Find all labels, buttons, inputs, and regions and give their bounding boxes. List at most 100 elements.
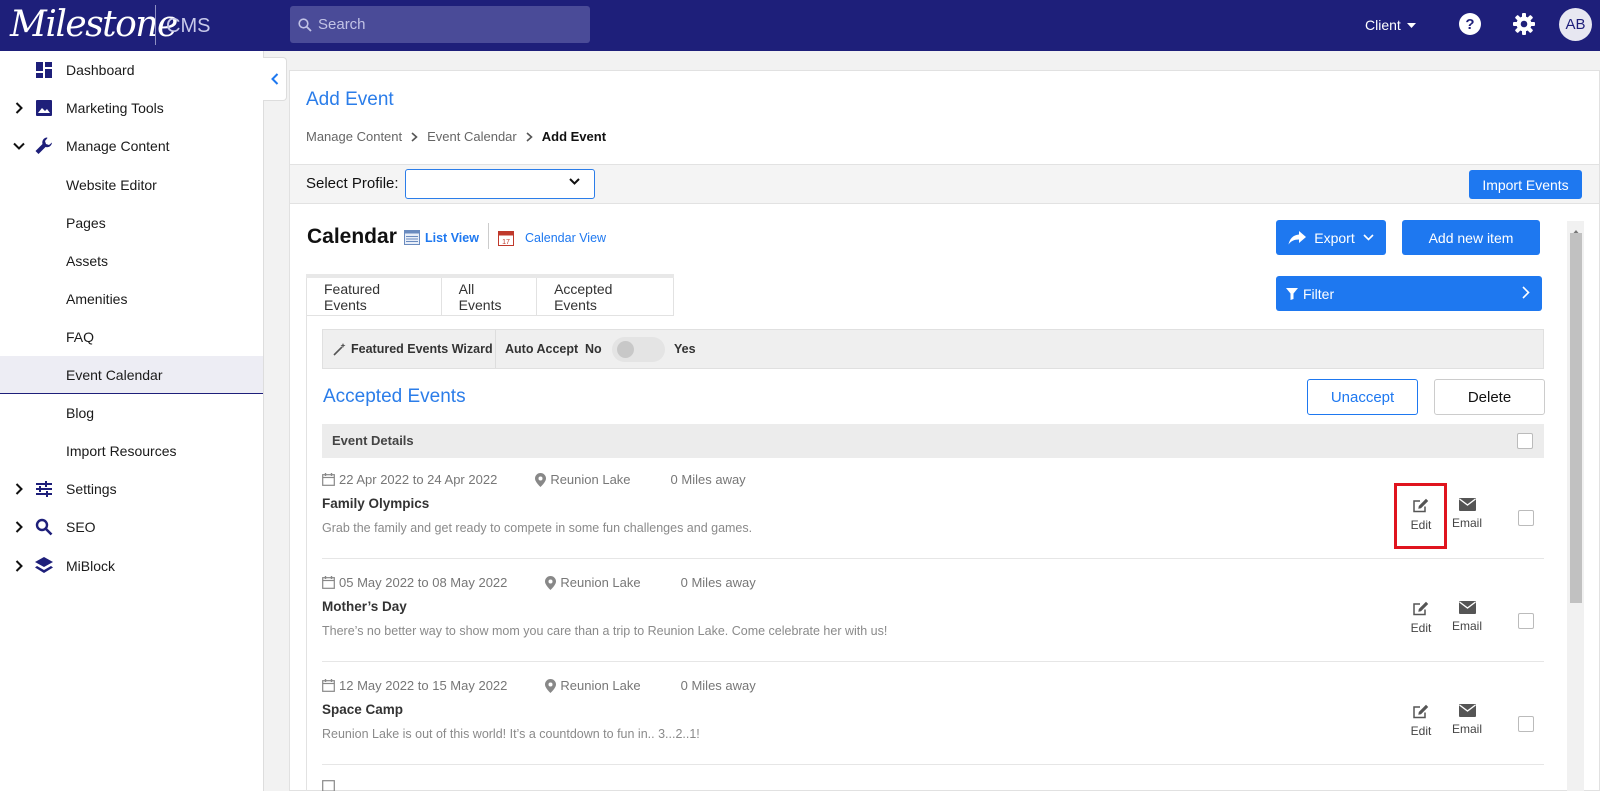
help-icon[interactable]: ? (1458, 12, 1482, 39)
svg-text:17: 17 (502, 239, 510, 246)
event-checkbox[interactable] (1518, 716, 1534, 732)
sidebar-item-label: Settings (66, 481, 117, 497)
search-box[interactable] (290, 6, 590, 43)
calendar-icon (322, 780, 335, 791)
event-checkbox[interactable] (1518, 510, 1534, 526)
email-button[interactable]: Email (1448, 704, 1486, 736)
accepted-events-title: Accepted Events (323, 386, 466, 407)
sidebar-item-pages[interactable]: Pages (0, 204, 263, 242)
sidebar-item-marketing-tools[interactable]: Marketing Tools (0, 89, 263, 127)
view-separator (488, 223, 489, 249)
scrollbar-thumb[interactable] (1570, 233, 1582, 603)
layers-icon (34, 556, 54, 576)
sidebar-item-miblock[interactable]: MiBlock (0, 547, 263, 585)
tab-featured-events[interactable]: Featured Events (306, 278, 442, 316)
breadcrumb-event-calendar[interactable]: Event Calendar (427, 129, 517, 144)
select-profile-dropdown[interactable] (405, 169, 595, 199)
sidebar-item-blog[interactable]: Blog (0, 394, 263, 432)
sidebar-item-manage-content[interactable]: Manage Content (0, 127, 263, 165)
svg-text:?: ? (1465, 16, 1474, 33)
calendar-view-link[interactable]: 17 Calendar View (498, 230, 606, 246)
sidebar-item-label: MiBlock (66, 558, 116, 574)
sidebar-collapse-button[interactable] (263, 57, 287, 101)
export-label: Export (1314, 229, 1355, 246)
event-date-range: 05 May 2022 to 08 May 2022 (339, 575, 508, 590)
chevron-down-icon[interactable] (12, 139, 26, 153)
event-checkbox[interactable] (1518, 613, 1534, 629)
search-input[interactable] (318, 16, 578, 33)
import-events-button[interactable]: Import Events (1469, 170, 1582, 199)
delete-button[interactable]: Delete (1434, 379, 1545, 415)
sidebar-item-label: Pages (66, 215, 106, 231)
sidebar-item-dashboard[interactable]: Dashboard (0, 51, 263, 89)
event-location: Reunion Lake (545, 678, 641, 693)
unaccept-button[interactable]: Unaccept (1307, 379, 1418, 415)
tab-all-events[interactable]: All Events (441, 278, 538, 316)
event-distance: 0 Miles away (680, 575, 756, 590)
user-avatar[interactable]: AB (1559, 8, 1592, 41)
page-title: Add Event (306, 89, 394, 110)
auto-accept-toggle[interactable] (612, 337, 665, 362)
sidebar-item-settings[interactable]: Settings (0, 470, 263, 508)
list-view-icon (404, 230, 420, 245)
calendar-icon (322, 473, 335, 486)
envelope-icon (1458, 601, 1476, 614)
search-icon (298, 17, 312, 32)
chevron-right-icon[interactable] (12, 520, 26, 534)
event-description: Grab the family and get ready to compete… (322, 521, 753, 535)
event-distance: 0 Miles away (680, 678, 756, 693)
milestone-logo[interactable]: Milestone (10, 4, 178, 45)
breadcrumb: Manage Content Event Calendar Add Event (306, 129, 606, 144)
sidebar-item-faq[interactable]: FAQ (0, 318, 263, 356)
event-location: Reunion Lake (545, 575, 641, 590)
add-new-item-button[interactable]: Add new item (1402, 220, 1540, 255)
sliders-icon (34, 479, 54, 499)
email-button[interactable]: Email (1448, 601, 1486, 633)
wizard-separator (495, 330, 496, 368)
event-dates: 22 Apr 2022 to 24 Apr 2022 (322, 472, 497, 487)
sidebar-item-seo[interactable]: SEO (0, 508, 263, 546)
sidebar-item-website-editor[interactable]: Website Editor (0, 166, 263, 204)
edit-label: Edit (1410, 724, 1432, 738)
edit-icon (1413, 704, 1429, 719)
breadcrumb-manage-content[interactable]: Manage Content (306, 129, 402, 144)
auto-accept-yes-label: Yes (674, 342, 696, 356)
filter-icon (1286, 288, 1298, 300)
auto-accept-no-label: No (585, 342, 602, 356)
profile-bar: Select Profile: Import Events (290, 164, 1599, 204)
dashboard-icon (34, 60, 54, 80)
sidebar-item-import-resources[interactable]: Import Resources (0, 432, 263, 470)
select-all-checkbox[interactable] (1517, 433, 1533, 449)
sidebar-item-assets[interactable]: Assets (0, 242, 263, 280)
image-icon (34, 98, 54, 118)
share-arrow-icon (1288, 230, 1307, 244)
main-panel: Add Event Manage Content Event Calendar … (289, 70, 1600, 791)
event-name: Space Camp (322, 702, 404, 717)
chevron-right-icon[interactable] (12, 101, 26, 115)
sidebar-item-label: Assets (66, 253, 109, 269)
filter-bar[interactable]: Filter (1276, 276, 1542, 311)
gear-icon[interactable] (1512, 12, 1536, 39)
client-dropdown[interactable]: Client (1365, 17, 1416, 33)
chevron-right-icon (411, 131, 418, 142)
sidebar-item-label: FAQ (66, 329, 95, 345)
export-button[interactable]: Export (1276, 220, 1386, 255)
email-button[interactable]: Email (1448, 498, 1486, 530)
event-date-range: 12 May 2022 to 15 May 2022 (339, 678, 508, 693)
sidebar-item-amenities[interactable]: Amenities (0, 280, 263, 318)
chevron-right-icon[interactable] (12, 559, 26, 573)
featured-events-wizard-button[interactable]: Featured Events Wizard (333, 342, 493, 356)
email-label: Email (1451, 516, 1482, 530)
edit-button[interactable]: Edit (1402, 601, 1440, 635)
sidebar-item-label: Website Editor (66, 177, 157, 193)
chevron-right-icon[interactable] (12, 482, 26, 496)
calendar-icon (322, 679, 335, 692)
event-date-range: 22 Apr 2022 to 24 Apr 2022 (339, 472, 498, 487)
tab-accepted-events[interactable]: Accepted Events (537, 278, 674, 316)
event-row: 12 May 2022 to 15 May 2022 Reunion Lake … (322, 664, 1544, 765)
list-view-link[interactable]: List View (404, 230, 479, 245)
sidebar-item-event-calendar[interactable]: Event Calendar (0, 356, 263, 394)
edit-button[interactable]: Edit (1402, 704, 1440, 738)
email-label: Email (1451, 619, 1482, 633)
chevron-right-icon (526, 131, 533, 142)
